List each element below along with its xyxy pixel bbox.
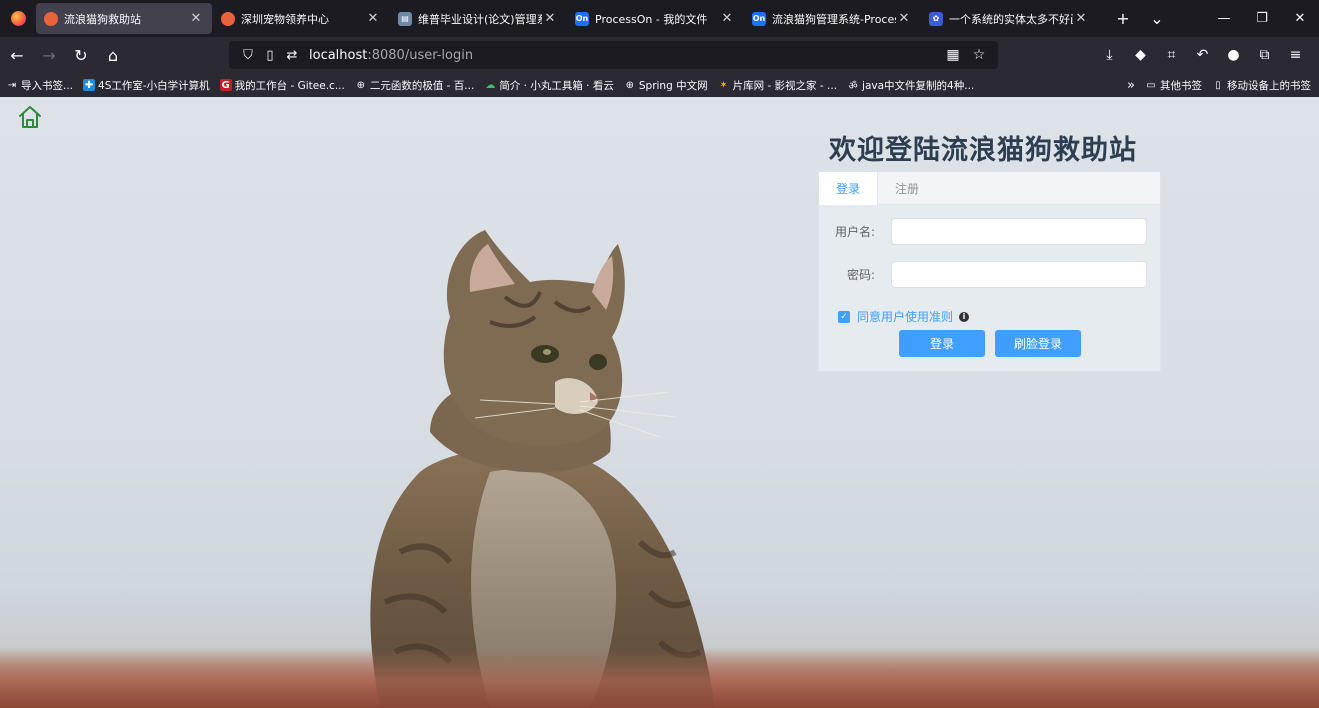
home-icon[interactable]: ⌂ xyxy=(98,40,128,70)
download-icon[interactable]: ⤓ xyxy=(1094,47,1125,63)
extension-fox-icon[interactable]: ● xyxy=(1218,47,1249,63)
minimize-icon[interactable]: — xyxy=(1205,11,1243,26)
tab-title: 流浪猫狗管理系统-ProcessOn xyxy=(772,12,896,26)
toolbar-right: ⤓ ◆ ⌗ ↶ ● ⧉ ≡ xyxy=(1094,37,1311,73)
browser-tab-3[interactable]: ▤ 维普毕业设计(论文)管理系统 ✕ xyxy=(390,3,566,34)
home-icon[interactable] xyxy=(17,104,43,130)
bookmarks-right: » ▭ 其他书签 ▯ 移动设备上的书签 xyxy=(1117,73,1311,97)
browser-tab-2[interactable]: 深圳宠物领养中心 ✕ xyxy=(213,3,389,34)
screenshot-crop-icon[interactable]: ⌗ xyxy=(1156,47,1187,63)
tab-login[interactable]: 登录 xyxy=(819,172,879,205)
login-panel: 登录 注册 用户名: 密码: ✓ 同意用户使用准则 i 登录 刷脸登录 xyxy=(818,171,1161,372)
qr-code-icon[interactable]: ▦ xyxy=(940,47,966,63)
bookmark-item[interactable]: ⊕ 二元函数的极值 - 百... xyxy=(355,78,475,93)
tab-title: 一个系统的实体太多不好画 xyxy=(949,12,1073,26)
tab-title: 维普毕业设计(论文)管理系统 xyxy=(418,12,542,26)
forward-icon[interactable]: → xyxy=(34,40,64,70)
window-controls: — ❐ ✕ xyxy=(1205,0,1319,37)
login-tabs: 登录 注册 xyxy=(819,172,1160,205)
firefox-menu-icon[interactable] xyxy=(0,0,36,37)
bookmarks-bar: ⇥ 导入书签... ✚ 4S工作室-小白学计算机 G 我的工作台 - Gitee.c.… xyxy=(0,73,1319,97)
processon-icon: On xyxy=(575,11,589,26)
baidu-icon: ✿ xyxy=(929,11,943,26)
studio-icon: ✚ xyxy=(83,79,96,91)
close-icon[interactable]: ✕ xyxy=(896,11,912,26)
window-close-icon[interactable]: ✕ xyxy=(1281,11,1319,26)
page-info-icon[interactable]: ▯ xyxy=(259,48,281,63)
restore-icon[interactable]: ❐ xyxy=(1243,11,1281,26)
tab-title: 流浪猫狗救助站 xyxy=(64,12,141,26)
browser-tab-1[interactable]: 流浪猫狗救助站 ✕ xyxy=(36,3,212,34)
om-icon: ॐ xyxy=(848,81,858,92)
permissions-icon[interactable]: ⇄ xyxy=(281,48,303,63)
username-label: 用户名: xyxy=(834,224,875,239)
undo-icon[interactable]: ↶ xyxy=(1187,47,1218,63)
processon-icon: On xyxy=(752,11,766,26)
url-text[interactable]: localhost:8080/user-login xyxy=(309,48,473,63)
back-icon[interactable]: ← xyxy=(2,40,32,70)
extension-vpn-icon[interactable]: ◆ xyxy=(1125,47,1156,63)
page-title: 欢迎登陆流浪猫狗救助站 xyxy=(829,135,1137,166)
reload-icon[interactable]: ↻ xyxy=(66,40,96,70)
browser-tab-6[interactable]: ✿ 一个系统的实体太多不好画 ✕ xyxy=(921,3,1097,34)
new-tab-icon[interactable]: + xyxy=(1106,9,1140,28)
close-icon[interactable]: ✕ xyxy=(1073,11,1089,26)
bookmark-item[interactable]: ⊕ Spring 中文网 xyxy=(624,78,708,93)
cat-background-image xyxy=(370,230,715,708)
tab-register[interactable]: 注册 xyxy=(878,172,936,205)
orange-circle-icon xyxy=(44,11,58,26)
face-login-button[interactable]: 刷脸登录 xyxy=(995,330,1081,357)
username-input[interactable] xyxy=(891,217,1147,245)
login-button[interactable]: 登录 xyxy=(899,330,985,357)
info-icon[interactable]: i xyxy=(959,311,970,322)
import-icon: ⇥ xyxy=(7,79,17,91)
shield-icon[interactable]: ⛉ xyxy=(237,48,259,63)
bookmark-item[interactable]: ॐ java中文件复制的4种... xyxy=(847,78,974,93)
list-tabs-chevron-down-icon[interactable]: ⌄ xyxy=(1140,9,1174,28)
tabstrip-tools: + ⌄ xyxy=(1106,9,1174,28)
agree-checkbox-row[interactable]: ✓ 同意用户使用准则 i xyxy=(838,308,970,325)
bookmark-item[interactable]: ☁ 简介 · 小丸工具箱 · 看云 xyxy=(484,78,614,93)
gitee-icon: G xyxy=(219,79,232,91)
browser-tab-5[interactable]: On 流浪猫狗管理系统-ProcessOn ✕ xyxy=(744,3,920,34)
globe-icon: ⊕ xyxy=(625,79,635,91)
close-icon[interactable]: ✕ xyxy=(542,11,558,26)
tab-strip: 流浪猫狗救助站 ✕ 深圳宠物领养中心 ✕ ▤ 维普毕业设计(论文)管理系统 ✕ … xyxy=(0,0,1319,37)
globe-icon: ⊕ xyxy=(356,79,366,91)
password-input[interactable] xyxy=(891,260,1147,288)
bookmark-star-icon[interactable]: ☆ xyxy=(966,47,992,63)
close-icon[interactable]: ✕ xyxy=(365,11,381,26)
browser-tabs: 流浪猫狗救助站 ✕ 深圳宠物领养中心 ✕ ▤ 维普毕业设计(论文)管理系统 ✕ … xyxy=(36,0,1098,37)
extensions-puzzle-icon[interactable]: ⧉ xyxy=(1249,47,1280,63)
url-bar[interactable]: ⛉ ▯ ⇄ localhost:8080/user-login ▦ ☆ xyxy=(229,41,998,69)
agree-label[interactable]: 同意用户使用准则 xyxy=(857,308,953,325)
bookmark-folder-other[interactable]: ▭ 其他书签 xyxy=(1145,78,1202,93)
document-icon: ▤ xyxy=(398,11,412,26)
navigation-bar: ← → ↻ ⌂ ⛉ ▯ ⇄ localhost:8080/user-login … xyxy=(0,37,1319,73)
folder-icon: ▭ xyxy=(1146,79,1156,91)
tab-title: 深圳宠物领养中心 xyxy=(241,12,329,26)
close-icon[interactable]: ✕ xyxy=(719,11,735,26)
tab-title: ProcessOn - 我的文件 xyxy=(595,12,708,26)
url-bar-actions: ▦ ☆ xyxy=(940,41,992,69)
close-icon[interactable]: ✕ xyxy=(188,11,204,26)
bookmarks-overflow-icon[interactable]: » xyxy=(1127,78,1135,93)
page-content: 欢迎登陆流浪猫狗救助站 登录 注册 用户名: 密码: ✓ 同意用户使用准则 i … xyxy=(0,97,1319,708)
bookmark-item[interactable]: ⇥ 导入书签... xyxy=(6,78,73,93)
browser-tab-4[interactable]: On ProcessOn - 我的文件 ✕ xyxy=(567,3,743,34)
mobile-icon: ▯ xyxy=(1215,79,1221,91)
bookmark-folder-mobile[interactable]: ▯ 移动设备上的书签 xyxy=(1212,78,1311,93)
username-row: 用户名: xyxy=(819,217,1162,245)
password-label: 密码: xyxy=(846,267,875,282)
bookmark-item[interactable]: ✶ 片库网 - 影视之家 - ... xyxy=(718,78,837,93)
film-icon: ✶ xyxy=(719,79,728,91)
hamburger-menu-icon[interactable]: ≡ xyxy=(1280,47,1311,63)
password-row: 密码: xyxy=(819,260,1162,288)
agree-checkbox[interactable]: ✓ xyxy=(838,310,850,323)
cloud-icon: ☁ xyxy=(485,79,496,91)
orange-circle-icon xyxy=(221,11,235,26)
bookmark-item[interactable]: G 我的工作台 - Gitee.c... xyxy=(219,78,345,93)
bookmark-item[interactable]: ✚ 4S工作室-小白学计算机 xyxy=(83,78,210,93)
